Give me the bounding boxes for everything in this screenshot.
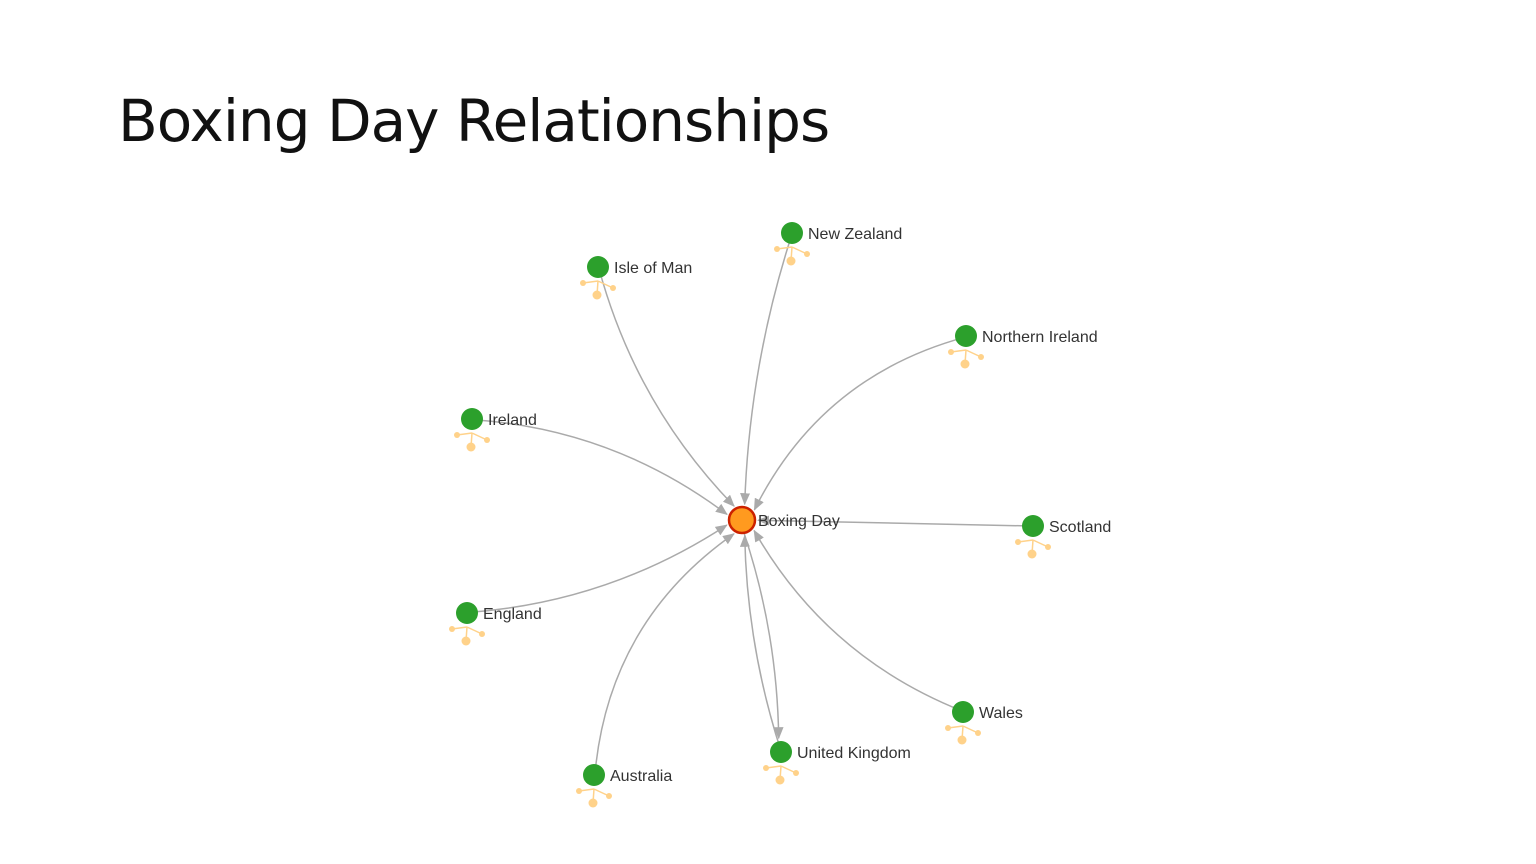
node-boxing-day[interactable]: Boxing Day [727,505,840,535]
node-circle-new-zealand[interactable] [781,222,803,244]
edge-new-zealand-to-boxing-day [740,234,793,506]
node-label-ireland: Ireland [488,412,537,429]
expand-handle-icon[interactable] [580,280,616,300]
edge-ireland-to-boxing-day [473,418,728,516]
node-circle-scotland[interactable] [1022,515,1044,537]
node-label-new-zealand: New Zealand [808,226,902,243]
node-label-wales: Wales [979,705,1023,722]
node-label-scotland: Scotland [1049,519,1111,536]
edge-boxing-day-to-united-kingdom [743,533,784,740]
node-label-australia: Australia [610,768,672,785]
node-label-isle-of-man: Isle of Man [614,260,692,277]
edges-layer [468,234,1032,774]
node-australia[interactable]: Australia [576,764,672,808]
node-northern-ireland[interactable]: Northern Ireland [948,325,1098,369]
node-circle-australia[interactable] [583,764,605,786]
edge-isle-of-man-to-boxing-day [598,268,735,507]
node-label-boxing-day: Boxing Day [758,513,840,530]
expand-handle-icon[interactable] [454,432,490,452]
node-circle-northern-ireland[interactable] [955,325,977,347]
edge-wales-to-boxing-day [753,529,962,712]
expand-handle-icon[interactable] [763,765,799,785]
expand-handle-icon[interactable] [449,626,485,646]
node-ireland[interactable]: Ireland [454,408,537,452]
edge-australia-to-boxing-day [594,533,735,774]
node-circle-united-kingdom[interactable] [770,741,792,763]
expand-handle-icon[interactable] [948,349,984,369]
edge-united-kingdom-to-boxing-day [739,534,782,751]
expand-handle-icon[interactable] [945,725,981,745]
node-label-united-kingdom: United Kingdom [797,745,911,762]
edge-northern-ireland-to-boxing-day [753,336,965,511]
expand-handle-icon[interactable] [1015,539,1051,559]
node-wales[interactable]: Wales [945,701,1023,745]
node-scotland[interactable]: Scotland [1015,515,1111,559]
expand-handle-icon[interactable] [576,788,612,808]
node-circle-wales[interactable] [952,701,974,723]
edge-england-to-boxing-day [468,524,728,614]
node-circle-isle-of-man[interactable] [587,256,609,278]
central-node-circle[interactable] [727,505,757,535]
node-isle-of-man[interactable]: Isle of Man [580,256,692,300]
expand-handle-icon[interactable] [774,246,810,266]
node-united-kingdom[interactable]: United Kingdom [763,741,911,785]
node-circle-england[interactable] [456,602,478,624]
nodes-layer: Boxing Day New Zealand Isle of Man Northern… [449,222,1111,808]
node-new-zealand[interactable]: New Zealand [774,222,902,266]
node-circle-ireland[interactable] [461,408,483,430]
node-label-northern-ireland: Northern Ireland [982,329,1098,346]
node-label-england: England [483,606,542,623]
node-england[interactable]: England [449,602,542,646]
relationship-graph: Boxing Day New Zealand Isle of Man Northern… [449,222,1111,808]
